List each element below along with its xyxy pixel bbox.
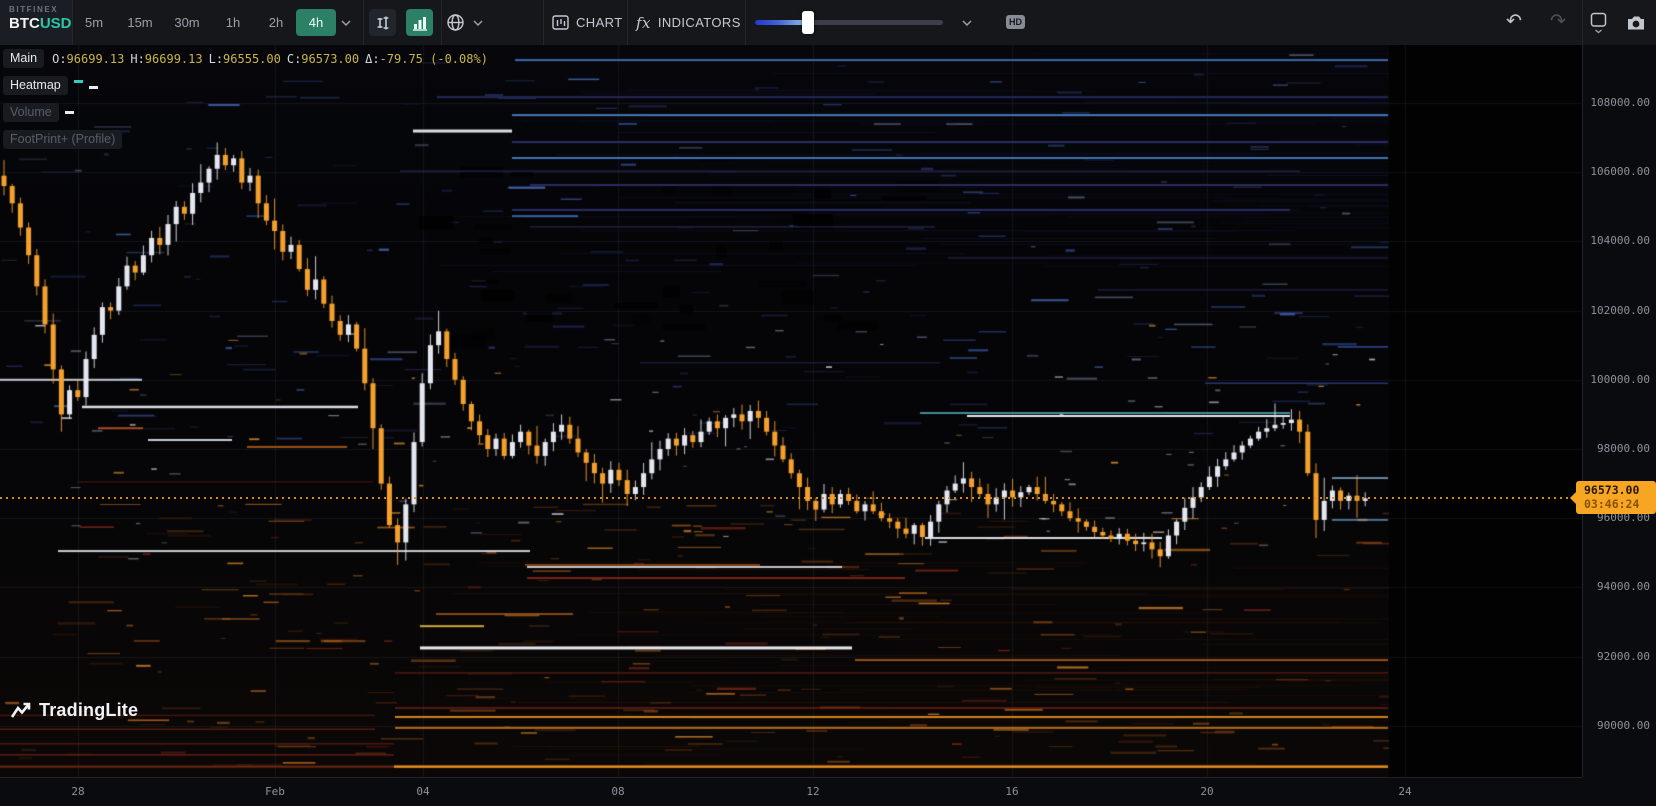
current-price-value: 96573.00: [1584, 483, 1650, 497]
globe-icon[interactable]: [446, 13, 465, 32]
chart-window-icon: [552, 15, 569, 30]
candle-countdown: 03:46:24: [1584, 497, 1650, 511]
ohlc-value: -79.75 (-0.08%): [380, 52, 488, 66]
time-axis-label: Feb: [265, 785, 285, 798]
price-axis-label: 102000.00: [1590, 304, 1650, 317]
current-price-tag: 96573.00 03:46:24: [1576, 481, 1656, 514]
price-axis-label: 104000.00: [1590, 234, 1650, 247]
heatmap-chart-icon: [412, 15, 428, 31]
globe-chevron-icon[interactable]: [473, 20, 483, 26]
heatmap-layer-row: Heatmap: [3, 75, 494, 96]
timeframe-15m[interactable]: 15m: [118, 0, 162, 45]
symbol-pair: BTCUSD: [9, 15, 72, 32]
heatmap-legend-dash-2: [89, 86, 98, 89]
hd-badge[interactable]: HD: [1006, 15, 1025, 29]
price-axis-label: 108000.00: [1590, 96, 1650, 109]
timeframe-4h[interactable]: 4h: [296, 9, 336, 36]
symbol-block[interactable]: BITFINEX BTCUSD: [0, 0, 72, 45]
footprint-layer-chip[interactable]: FootPrint+ (Profile): [3, 130, 122, 149]
ohlc-key: C:: [287, 52, 301, 66]
time-axis-label: 20: [1200, 785, 1213, 798]
ohlc-readout: O:96699.13H:96699.13L:96555.00C:96573.00…: [52, 52, 494, 66]
slider-handle[interactable]: [802, 11, 814, 34]
window-layout-icon[interactable]: [1590, 12, 1608, 34]
price-axis-label: 106000.00: [1590, 165, 1650, 178]
symbol-quote: USD: [40, 15, 72, 32]
tradinglite-logo-text: TradingLite: [39, 700, 138, 721]
trading-app: BITFINEX BTCUSD 5m15m30m1h2h4h: [0, 0, 1656, 806]
ohlc-key: L:: [209, 52, 223, 66]
ohlc-value: 96555.00: [223, 52, 281, 66]
price-axis-label: 100000.00: [1590, 373, 1650, 386]
timeframe-2h[interactable]: 2h: [260, 0, 292, 45]
price-axis[interactable]: 96573.00 03:46:24 108000.00 106000.00 1040…: [1582, 45, 1656, 777]
indicator-legend: Main O:96699.13H:96699.13L:96555.00C:965…: [3, 48, 494, 156]
undo-button[interactable]: ↶: [1506, 9, 1522, 35]
axis-corner: [1582, 777, 1656, 806]
chart-button-label: CHART: [576, 15, 623, 30]
indicators-button-label: INDICATORS: [658, 15, 741, 30]
time-axis-label: 12: [806, 785, 819, 798]
toolbar: BITFINEX BTCUSD 5m15m30m1h2h4h: [0, 0, 1656, 45]
exchange-name: BITFINEX: [9, 5, 72, 14]
symbol-base: BTC: [9, 15, 40, 32]
footprint-layer-row: FootPrint+ (Profile): [3, 129, 494, 150]
footprint-chart-type-button[interactable]: [369, 9, 396, 36]
time-axis-label: 08: [611, 785, 624, 798]
fx-icon: fx: [636, 14, 651, 32]
main-layer-chip[interactable]: Main: [3, 49, 44, 68]
ohlc-key: Δ:: [365, 52, 379, 66]
ohlc-value: 96573.00: [301, 52, 359, 66]
time-axis[interactable]: 28 Feb 04 08 12 16 20 24: [0, 777, 1582, 806]
chart-button[interactable]: CHART: [552, 0, 623, 45]
current-price-line: [0, 497, 1576, 499]
footprint-chart-icon: [375, 15, 391, 31]
ohlc-key: O:: [52, 52, 66, 66]
camera-icon[interactable]: [1626, 14, 1646, 31]
volume-layer-chip[interactable]: Volume: [3, 103, 59, 122]
indicators-button[interactable]: fx INDICATORS: [636, 0, 741, 45]
heatmap-legend-dash: [74, 80, 83, 83]
timeframe-1h[interactable]: 1h: [217, 0, 249, 45]
main-ohlc-row: Main O:96699.13H:96699.13L:96555.00C:965…: [3, 48, 494, 69]
time-axis-label: 28: [71, 785, 84, 798]
price-axis-label: 94000.00: [1597, 580, 1650, 593]
time-axis-label: 16: [1005, 785, 1018, 798]
ohlc-value: 96699.13: [145, 52, 203, 66]
price-axis-label: 90000.00: [1597, 719, 1650, 732]
ohlc-value: 96699.13: [67, 52, 125, 66]
timeframe-chevron-icon[interactable]: [341, 20, 351, 26]
volume-layer-row: Volume: [3, 102, 494, 123]
price-axis-label: 92000.00: [1597, 650, 1650, 663]
tradinglite-watermark: TradingLite: [10, 700, 138, 721]
time-axis-label: 24: [1398, 785, 1411, 798]
price-axis-label: 98000.00: [1597, 442, 1650, 455]
redo-button[interactable]: ↷: [1550, 9, 1566, 35]
timeframe-5m[interactable]: 5m: [80, 0, 108, 45]
tradinglite-logo-icon: [10, 701, 32, 721]
heatmap-chart-type-button[interactable]: [406, 9, 433, 36]
timeframe-30m[interactable]: 30m: [165, 0, 209, 45]
slider-chevron-icon[interactable]: [962, 20, 972, 26]
heatmap-layer-chip[interactable]: Heatmap: [3, 76, 68, 95]
heatmap-intensity-slider[interactable]: [755, 20, 943, 25]
volume-legend-dash: [65, 111, 74, 114]
time-axis-label: 04: [416, 785, 429, 798]
ohlc-key: H:: [130, 52, 144, 66]
